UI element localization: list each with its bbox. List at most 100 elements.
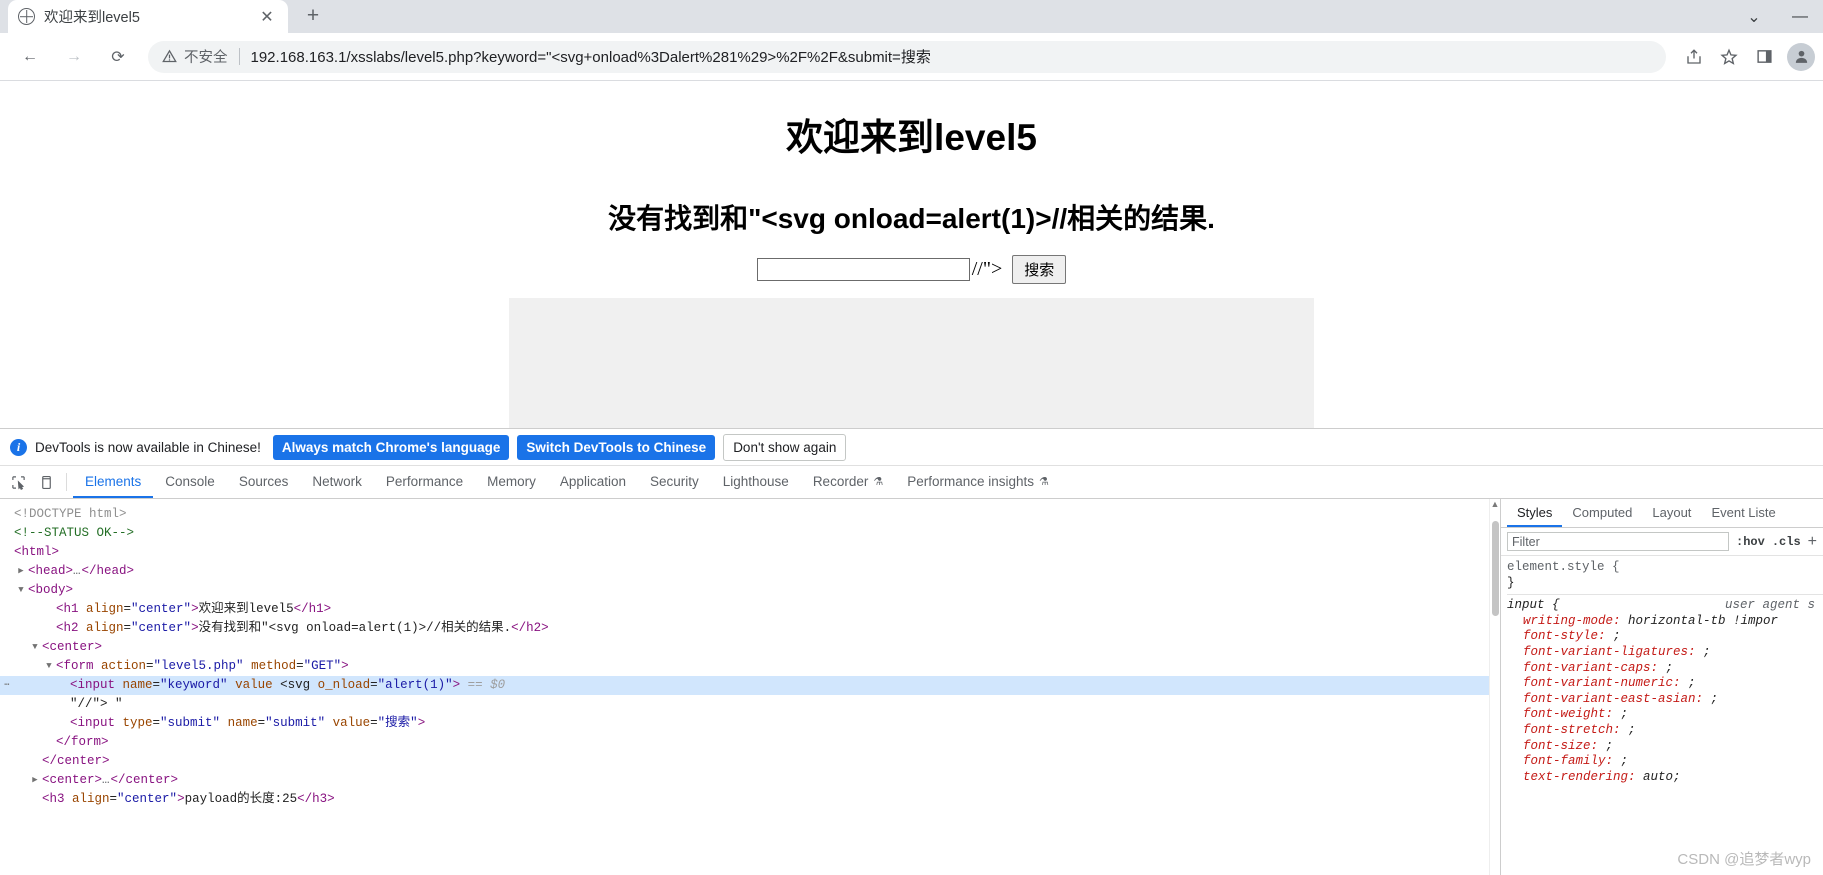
forward-icon[interactable]: → [57, 40, 91, 74]
tab-search-icon[interactable]: ⌄ [1731, 0, 1777, 33]
dom-token: "center" [131, 621, 192, 635]
dom-node-line[interactable]: <h1 align="center">欢迎来到level5</h1> [0, 600, 1489, 619]
omnibox-divider [238, 48, 240, 65]
css-property-value: ; [1703, 644, 1711, 659]
keyword-input[interactable] [756, 258, 970, 281]
tab-label: Performance [385, 473, 464, 489]
css-property-value: ; [1620, 707, 1629, 722]
address-bar[interactable]: 不安全 192.168.163.1/xsslabs/level5.php?key… [148, 40, 1666, 73]
star-icon[interactable] [1714, 42, 1744, 72]
css-declaration[interactable]: text-rendering: auto; [1507, 770, 1823, 786]
tab-layout[interactable]: Layout [1642, 499, 1701, 527]
disclosure-triangle-icon[interactable]: ▶ [14, 562, 28, 581]
leftover-markup-text: //"> [971, 258, 1003, 280]
tab-event-listeners[interactable]: Event Liste [1701, 499, 1785, 527]
tab-label: Memory [487, 473, 536, 489]
cls-toggle[interactable]: .cls [1772, 535, 1801, 549]
tab-title: 欢迎来到level5 [44, 10, 140, 26]
dom-node-line[interactable]: ▼ <body> [0, 581, 1489, 600]
avatar[interactable] [1787, 42, 1815, 71]
css-declaration[interactable]: font-weight: ; [1507, 707, 1823, 723]
dom-node-line[interactable]: <html> [0, 543, 1489, 562]
css-declaration[interactable]: font-variant-caps: ; [1507, 661, 1823, 677]
tab-performance-insights[interactable]: Performance insights ⚗ [895, 466, 1061, 498]
dom-node-line[interactable]: ▼ <center> [0, 638, 1489, 657]
dom-node-line[interactable]: ⋯ <input name="keyword" value <svg o_nloa… [0, 676, 1489, 695]
scroll-thumb[interactable] [1492, 521, 1499, 616]
css-declaration[interactable]: font-stretch: ; [1507, 723, 1823, 739]
dom-scrollbar[interactable]: ▲ [1489, 499, 1500, 875]
dom-node-line[interactable]: ▶ <head>…</head> [0, 562, 1489, 581]
dom-node-line[interactable]: ▶ <center>…</center> [0, 771, 1489, 790]
share-icon[interactable] [1679, 42, 1709, 72]
dom-node-line[interactable]: ▼ <form action="level5.php" method="GET"> [0, 657, 1489, 676]
tab-label: Recorder [812, 473, 869, 489]
dom-node-line[interactable]: <!DOCTYPE html> [0, 505, 1489, 524]
css-declaration[interactable]: font-variant-ligatures: ; [1507, 645, 1823, 661]
tab-label: Styles [1517, 504, 1553, 520]
disclosure-triangle-icon[interactable]: ▼ [42, 657, 56, 676]
dom-token: </center> [110, 773, 179, 787]
always-match-language-button[interactable]: Always match Chrome's language [272, 434, 510, 460]
css-declaration[interactable]: font-variant-east-asian: ; [1507, 692, 1823, 708]
dom-node-line[interactable]: <input type="submit" name="submit" value… [0, 714, 1489, 733]
dom-node-line[interactable]: <h2 align="center">没有找到和"<svg onload=ale… [0, 619, 1489, 638]
css-declaration[interactable]: font-variant-numeric: ; [1507, 676, 1823, 692]
inspect-icon[interactable] [4, 466, 32, 498]
dom-token: value [235, 678, 273, 692]
dom-token: "submit" [265, 716, 326, 730]
search-submit-button[interactable]: 搜索 [1012, 255, 1067, 284]
dom-token: </center> [42, 754, 110, 768]
disclosure-triangle-icon[interactable]: ▼ [28, 638, 42, 657]
tab-memory[interactable]: Memory [475, 466, 548, 498]
dom-node-line[interactable]: "//"> " [0, 695, 1489, 714]
css-property-name: font-stretch: [1523, 722, 1629, 737]
tab-lighthouse[interactable]: Lighthouse [711, 466, 801, 498]
side-panel-icon[interactable] [1749, 42, 1779, 72]
tab-performance[interactable]: Performance [374, 466, 475, 498]
disclosure-triangle-icon[interactable]: ▼ [14, 581, 28, 600]
switch-devtools-chinese-button[interactable]: Switch DevTools to Chinese [517, 434, 716, 460]
styles-filter-input[interactable] [1507, 532, 1730, 551]
browser-tab[interactable]: 欢迎来到level5 ✕ [8, 0, 288, 33]
new-style-rule-button[interactable]: + [1808, 533, 1817, 551]
hov-toggle[interactable]: :hov [1736, 535, 1765, 549]
dom-tree[interactable]: <!DOCTYPE html> <!--STATUS OK--> <html> ▶ <h… [0, 499, 1489, 875]
tab-computed[interactable]: Computed [1562, 499, 1642, 527]
dom-token: </h3> [297, 792, 335, 806]
close-icon[interactable]: ✕ [256, 6, 278, 28]
css-declaration[interactable]: font-style: ; [1507, 629, 1823, 645]
tab-strip: 欢迎来到level5 ✕ + ⌄ — [0, 0, 1823, 33]
css-rules-list[interactable]: element.style {} input {user agent s writi… [1501, 556, 1823, 875]
tab-console[interactable]: Console [153, 466, 227, 498]
dom-node-line[interactable]: <!--STATUS OK--> [0, 524, 1489, 543]
tab-application[interactable]: Application [548, 466, 638, 498]
css-rule-header[interactable]: element.style { [1507, 560, 1823, 576]
dom-node-line[interactable]: <h3 align="center">payload的长度:25</h3> [0, 790, 1489, 809]
device-toolbar-icon[interactable] [32, 466, 60, 498]
tab-recorder[interactable]: Recorder ⚗ [801, 466, 895, 498]
node-menu-icon[interactable]: ⋯ [0, 676, 14, 695]
scroll-up-icon[interactable]: ▲ [1490, 499, 1500, 509]
new-tab-button[interactable]: + [298, 1, 328, 31]
disclosure-triangle-icon[interactable]: ▶ [28, 771, 42, 790]
tab-styles[interactable]: Styles [1507, 499, 1563, 527]
dom-token: <!DOCTYPE html> [14, 507, 127, 521]
dom-token: > [341, 659, 349, 673]
css-rule-header[interactable]: input {user agent s [1507, 598, 1823, 614]
browser-toolbar: ← → ⟳ 不安全 192.168.163.1/xsslabs/level5.p… [0, 33, 1823, 81]
dom-node-line[interactable]: </center> [0, 752, 1489, 771]
tab-security[interactable]: Security [638, 466, 711, 498]
css-property-value: horizontal-tb !impor [1628, 613, 1779, 628]
tab-sources[interactable]: Sources [227, 466, 301, 498]
back-icon[interactable]: ← [13, 40, 47, 74]
css-declaration[interactable]: writing-mode: horizontal-tb !impor [1507, 614, 1823, 630]
dom-node-line[interactable]: </form> [0, 733, 1489, 752]
css-declaration[interactable]: font-family: ; [1507, 754, 1823, 770]
tab-elements[interactable]: Elements [73, 466, 154, 498]
minimize-button[interactable]: — [1777, 0, 1823, 33]
reload-icon[interactable]: ⟳ [101, 40, 135, 74]
css-declaration[interactable]: font-size: ; [1507, 739, 1823, 755]
dont-show-again-button[interactable]: Don't show again [723, 433, 847, 461]
tab-network[interactable]: Network [300, 466, 374, 498]
